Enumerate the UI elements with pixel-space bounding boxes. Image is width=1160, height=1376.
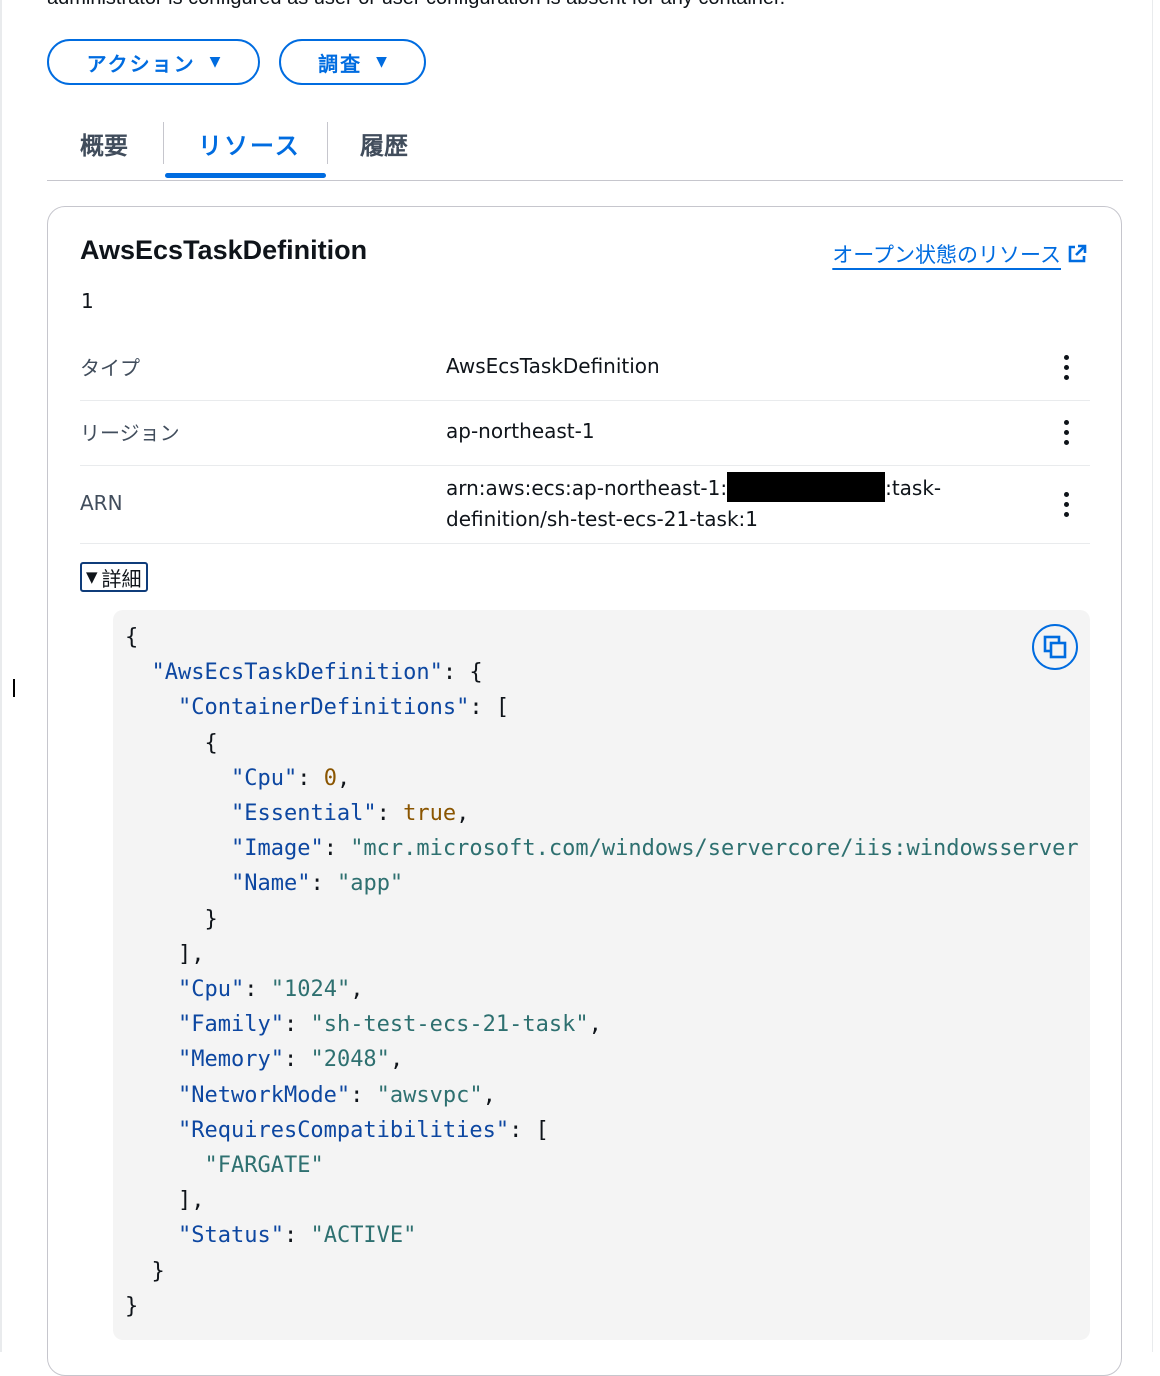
arn-prefix: arn:aws:ecs:ap-northeast-1: bbox=[446, 476, 728, 500]
property-row-arn: ARN arn:aws:ecs:ap-northeast-1: :task- de… bbox=[80, 465, 1090, 544]
action-dropdown-button[interactable]: アクション ▼ bbox=[47, 39, 260, 85]
tab-overview[interactable]: 概要 bbox=[80, 126, 128, 161]
details-toggle[interactable]: ▼ 詳細 bbox=[80, 562, 148, 592]
arn-suffix: :task- bbox=[885, 476, 942, 500]
details-label: 詳細 bbox=[101, 566, 142, 591]
tab-divider bbox=[163, 122, 164, 164]
caret-down-icon: ▼ bbox=[209, 54, 221, 70]
json-code-block: { "AwsEcsTaskDefinition": { "ContainerDe… bbox=[113, 610, 1090, 1340]
more-options-icon[interactable] bbox=[1064, 355, 1070, 380]
property-key: タイプ bbox=[80, 356, 140, 380]
tab-divider bbox=[327, 122, 328, 164]
redacted-account-id bbox=[727, 472, 886, 502]
active-tab-indicator bbox=[165, 173, 326, 178]
external-link-icon bbox=[1068, 244, 1087, 263]
arn-line2: definition/sh-test-ecs-21-task:1 bbox=[446, 507, 758, 531]
action-button-label: アクション bbox=[86, 51, 196, 76]
copy-button[interactable] bbox=[1032, 624, 1078, 670]
open-resource-link-label: オープン状態のリソース bbox=[832, 243, 1061, 267]
tab-resources[interactable]: リソース bbox=[198, 126, 301, 161]
finding-description: administrator is configured as user or u… bbox=[47, 0, 785, 10]
caret-down-icon: ▼ bbox=[376, 54, 387, 70]
tab-bar: 概要 リソース 履歴 bbox=[47, 110, 1123, 181]
copy-icon bbox=[1043, 635, 1067, 659]
more-options-icon[interactable] bbox=[1064, 420, 1070, 445]
resource-title: AwsEcsTaskDefinition bbox=[80, 235, 368, 265]
resource-card: AwsEcsTaskDefinition オープン状態のリソース 1 タイプ A… bbox=[47, 206, 1122, 1376]
property-value: AwsEcsTaskDefinition bbox=[446, 354, 660, 378]
property-key: リージョン bbox=[80, 421, 180, 445]
property-row-region: リージョン ap-northeast-1 bbox=[80, 400, 1090, 466]
more-options-icon[interactable] bbox=[1064, 492, 1070, 517]
property-key: ARN bbox=[80, 491, 123, 515]
property-value: ap-northeast-1 bbox=[446, 419, 595, 443]
investigate-button-label: 調査 bbox=[318, 51, 363, 76]
property-row-type: タイプ AwsEcsTaskDefinition bbox=[80, 335, 1090, 401]
expanded-triangle-icon: ▼ bbox=[86, 568, 98, 586]
text-cursor bbox=[13, 679, 15, 697]
tab-history[interactable]: 履歴 bbox=[360, 126, 408, 161]
left-border bbox=[0, 0, 2, 1352]
property-value: arn:aws:ecs:ap-northeast-1: :task- defini… bbox=[446, 472, 941, 535]
investigate-dropdown-button[interactable]: 調査 ▼ bbox=[279, 39, 426, 85]
right-border bbox=[1152, 0, 1153, 1352]
open-resource-link[interactable]: オープン状態のリソース bbox=[832, 239, 1087, 269]
json-code: { "AwsEcsTaskDefinition": { "ContainerDe… bbox=[125, 625, 1079, 1319]
resource-count: 1 bbox=[81, 289, 94, 313]
